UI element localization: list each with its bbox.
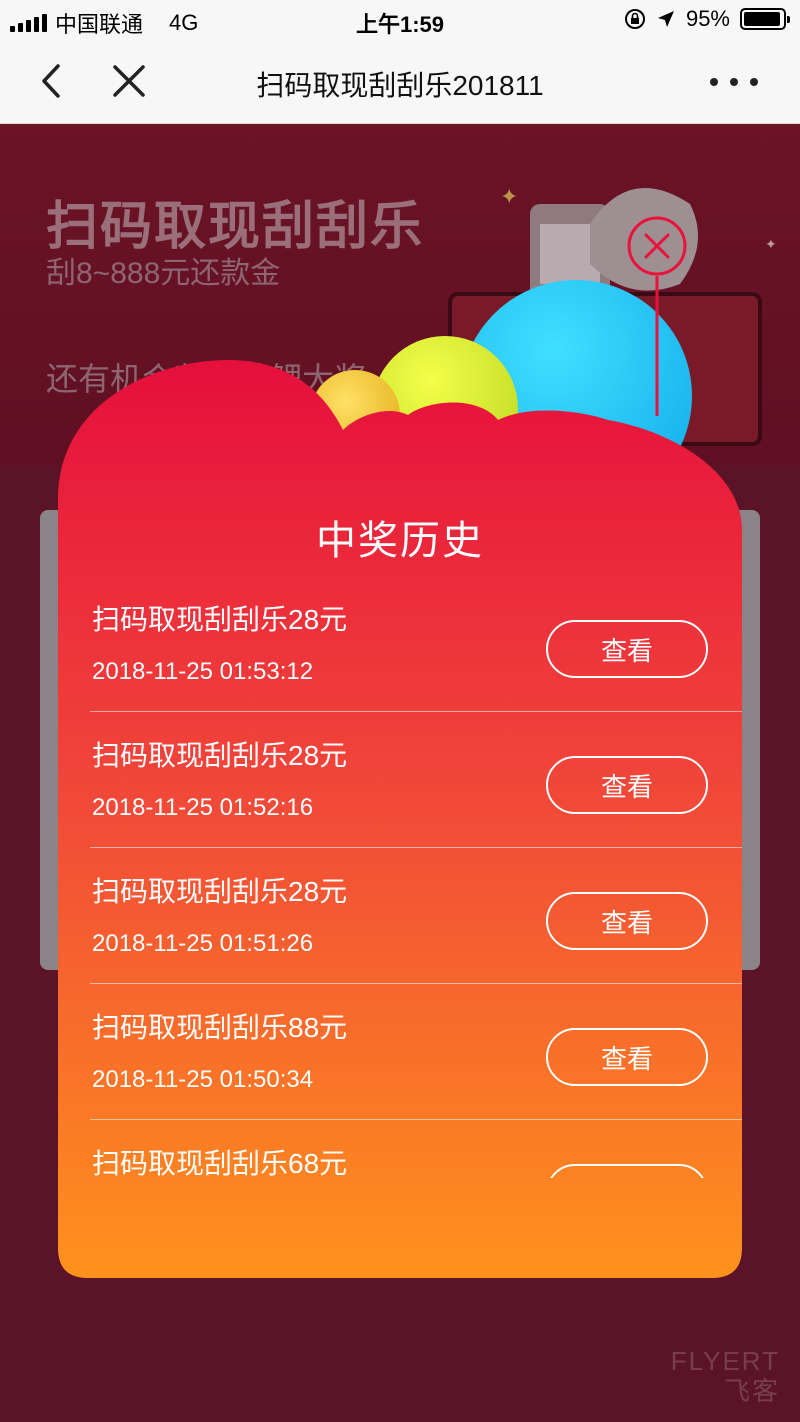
rotation-lock-icon xyxy=(624,9,645,29)
prize-time: 2018-11-25 01:50:34 xyxy=(92,1066,314,1093)
list-item: 扫码取现刮刮乐28元 2018-11-25 01:51:26 查看 xyxy=(90,848,742,984)
more-icon[interactable] xyxy=(704,68,764,96)
watermark: FLYERT 飞客 xyxy=(671,1346,780,1406)
view-button[interactable]: 查看 xyxy=(546,892,708,950)
battery-fill xyxy=(744,12,781,26)
view-button[interactable]: 查看 xyxy=(546,1028,708,1086)
battery-percent: 95% xyxy=(685,6,730,31)
view-button[interactable]: 查看 xyxy=(546,1164,708,1178)
prize-title: 扫码取现刮刮乐68元 xyxy=(92,1148,348,1178)
watermark-line1: FLYERT xyxy=(670,1346,780,1376)
view-button[interactable]: 查看 xyxy=(546,756,708,814)
svg-text:✦: ✦ xyxy=(765,236,777,252)
prize-time: 2018-11-25 01:51:26 xyxy=(92,930,314,957)
list-item: 扫码取现刮刮乐28元 2018-11-25 01:52:16 查看 xyxy=(90,712,742,848)
prize-time: 2018-11-25 01:53:12 xyxy=(92,658,314,685)
history-list[interactable]: 扫码取现刮刮乐28元 2018-11-25 01:53:12 查看 扫码取现刮刮… xyxy=(90,576,742,1178)
modal-close-icon[interactable] xyxy=(624,216,690,416)
prize-title: 扫码取现刮刮乐28元 xyxy=(92,876,348,907)
page-title: 扫码取现刮刮乐201811 xyxy=(256,70,544,101)
nav-bar: 扫码取现刮刮乐201811 xyxy=(0,40,800,124)
prize-title: 扫码取现刮刮乐28元 xyxy=(92,740,348,771)
location-arrow-icon xyxy=(657,11,674,27)
svg-text:✦: ✦ xyxy=(500,184,518,209)
status-bar: 中国联通 4G 上午1:59 95% xyxy=(0,0,800,40)
win-history-modal: 中奖历史 扫码取现刮刮乐28元 2018-11-25 01:53:12 查看 扫… xyxy=(58,360,742,1278)
prize-title: 扫码取现刮刮乐28元 xyxy=(92,604,348,635)
list-item: 扫码取现刮刮乐68元 查看 xyxy=(90,1120,742,1178)
prize-time: 2018-11-25 01:52:16 xyxy=(92,794,314,821)
modal-title: 中奖历史 xyxy=(316,519,484,563)
banner-subtitle: 刮8~888元还款金 xyxy=(46,257,281,290)
view-button[interactable]: 查看 xyxy=(546,620,708,678)
watermark-line2: 飞客 xyxy=(723,1376,780,1406)
list-item: 扫码取现刮刮乐28元 2018-11-25 01:53:12 查看 xyxy=(90,576,742,712)
list-item: 扫码取现刮刮乐88元 2018-11-25 01:50:34 查看 xyxy=(90,984,742,1120)
battery-icon xyxy=(740,8,790,30)
prize-title: 扫码取现刮刮乐88元 xyxy=(92,1012,348,1043)
status-right: 95% xyxy=(624,6,790,32)
